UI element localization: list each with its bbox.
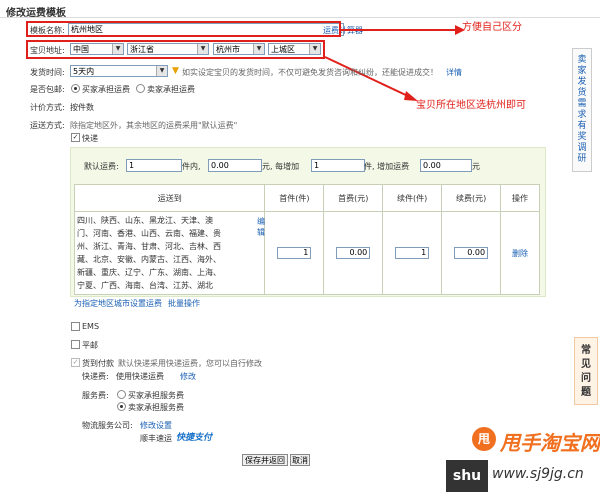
row-add-count-input[interactable]: 1 (395, 247, 430, 259)
express-fee-modify-link[interactable]: 修改 (180, 371, 196, 382)
ems-label: EMS (82, 322, 100, 331)
column-header: 操作 (500, 184, 540, 212)
ship-time-value: 5天内 (73, 67, 95, 76)
radio-buyer-pays-label: 买家承担运费 (82, 85, 130, 94)
cod-note: 默认快递采用快递运费，您可以自行修改 (118, 359, 262, 368)
cod-label: 货到付款 (82, 359, 114, 368)
sidebar-char: 调 (577, 143, 587, 153)
sidebar-char: 奖 (577, 132, 587, 142)
logistics-company-label: 物流服务公司: (82, 421, 133, 430)
watermark-badge-icon: 甩 (472, 427, 496, 451)
unit-within-label: 件内, (182, 162, 201, 171)
first-fee-cell: 0.00 (323, 211, 384, 295)
express-label: 快递 (82, 134, 98, 143)
express-checkbox[interactable]: ✓ (71, 133, 80, 142)
annotation-note-1: 方便自己区分 (462, 22, 522, 33)
default-fee-label: 默认运费: (84, 162, 119, 171)
add-fee-label: 件, 增加运费 (364, 162, 410, 171)
rate-table: 运送到 首件(件) 首费(元) 续件(件) 续费(元) 操作 四川、陕西、山东、… (73, 184, 540, 295)
watermark-shu: shu (446, 460, 488, 492)
sidebar-char: 需 (577, 99, 587, 109)
add-count-cell: 1 (382, 211, 443, 295)
table-header-row: 运送到 首件(件) 首费(元) 续件(件) 续费(元) 操作 (73, 184, 540, 212)
ship-time-select[interactable]: 5天内 ▼ (70, 65, 168, 77)
ship-time-detail-link[interactable]: 详情 (446, 67, 462, 78)
sidebar-char: 发 (577, 77, 587, 87)
watermark-text: 甩手淘宝网 (500, 431, 600, 455)
chevron-down-icon: ▼ (156, 66, 167, 76)
radio-service-buyer[interactable] (117, 390, 126, 399)
radio-service-seller-label: 卖家承担服务费 (128, 403, 184, 412)
batch-operation-link[interactable]: 批量操作 (168, 298, 200, 309)
regions-text: 四川、陕西、山东、黑龙江、天津、澳门、河南、香港、山西、云南、福建、贵州、浙江、… (77, 216, 221, 290)
column-header: 运送到 (73, 184, 266, 212)
cod-checkbox[interactable]: ✓ (71, 358, 80, 367)
seller-survey-tab[interactable]: 卖 家 发 货 需 求 有 奖 调 研 (572, 48, 592, 172)
help-char: 见 (581, 359, 591, 370)
column-header: 首费(元) (323, 184, 384, 212)
save-and-return-button[interactable]: 保存并返回 (242, 454, 288, 466)
radio-buyer-pays[interactable] (71, 84, 80, 93)
row-first-fee-input[interactable]: 0.00 (336, 247, 371, 259)
help-char: 题 (581, 387, 591, 398)
sidebar-char: 研 (577, 154, 587, 164)
each-add-label: 元, 每增加 (262, 162, 300, 171)
sidebar-char: 货 (577, 88, 587, 98)
add-fee-cell: 0.00 (441, 211, 502, 295)
logistics-company-value: 顺丰速运 (140, 434, 172, 443)
watermark-logo: 甩 甩手淘宝网 (470, 423, 600, 459)
faq-tab[interactable]: 常 见 问 题 (574, 337, 598, 405)
radio-service-seller[interactable] (117, 402, 126, 411)
add-fee-input[interactable] (420, 159, 472, 172)
edit-regions-link[interactable]: 编辑 (257, 216, 265, 238)
help-char: 常 (581, 345, 591, 356)
sidebar-char: 卖 (577, 55, 587, 65)
action-cell: 删除 (500, 211, 540, 295)
watermark-url-bar: shu www.sj9jg.cn (446, 460, 600, 492)
ems-checkbox[interactable] (71, 322, 80, 331)
service-fee-label: 服务费: (82, 391, 109, 400)
delete-link[interactable]: 删除 (512, 249, 528, 258)
annotation-note-2: 宝贝所在地区选杭州即可 (416, 100, 526, 111)
row-first-count-input[interactable]: 1 (277, 247, 312, 259)
first-fee-input[interactable] (208, 159, 262, 172)
pricing-value: 按件数 (70, 103, 94, 112)
column-header: 首件(件) (264, 184, 325, 212)
ship-time-note: 如实设定宝贝的发货时间，不仅可避免发货咨询和纠纷，还能促进成交！ (182, 68, 438, 77)
watermark-site: www.sj9jg.cn (492, 466, 584, 482)
ship-time-label: 发货时间: (30, 68, 65, 77)
sidebar-char: 家 (577, 66, 587, 76)
sidebar-char: 求 (577, 110, 587, 120)
row-add-fee-input[interactable]: 0.00 (454, 247, 489, 259)
column-header: 续件(件) (382, 184, 443, 212)
radio-seller-pays[interactable] (136, 84, 145, 93)
logistics-modify-link[interactable]: 修改设置 (140, 420, 172, 431)
table-row: 四川、陕西、山东、黑龙江、天津、澳门、河南、香港、山西、云南、福建、贵州、浙江、… (73, 211, 540, 295)
add-count-input[interactable] (311, 159, 365, 172)
first-count-input[interactable] (126, 159, 182, 172)
method-label: 运送方式: (30, 121, 65, 130)
help-char: 问 (581, 373, 591, 384)
quick-pay-logo: 快捷支付 (176, 433, 213, 443)
regions-cell: 四川、陕西、山东、黑龙江、天津、澳门、河南、香港、山西、云南、福建、贵州、浙江、… (73, 211, 266, 295)
free-ship-label: 是否包邮: (30, 85, 65, 94)
sidebar-char: 有 (577, 121, 587, 131)
radio-service-buyer-label: 买家承担服务费 (128, 391, 184, 400)
yuan-label: 元 (472, 162, 480, 171)
method-note: 除指定地区外，其余地区的运费采用"默认运费" (70, 121, 238, 130)
mail-checkbox[interactable] (71, 340, 80, 349)
express-fee-label: 快递费: (82, 372, 109, 381)
express-fee-value: 使用快递运费 (116, 372, 164, 381)
mail-label: 平邮 (82, 341, 98, 350)
warning-icon: ▼ (172, 66, 179, 76)
first-count-cell: 1 (264, 211, 325, 295)
pricing-label: 计价方式: (30, 103, 65, 112)
set-city-fee-link[interactable]: 为指定地区城市设置运费 (74, 298, 162, 309)
column-header: 续费(元) (441, 184, 502, 212)
radio-seller-pays-label: 卖家承担运费 (147, 85, 195, 94)
cancel-button[interactable]: 取消 (290, 454, 310, 466)
